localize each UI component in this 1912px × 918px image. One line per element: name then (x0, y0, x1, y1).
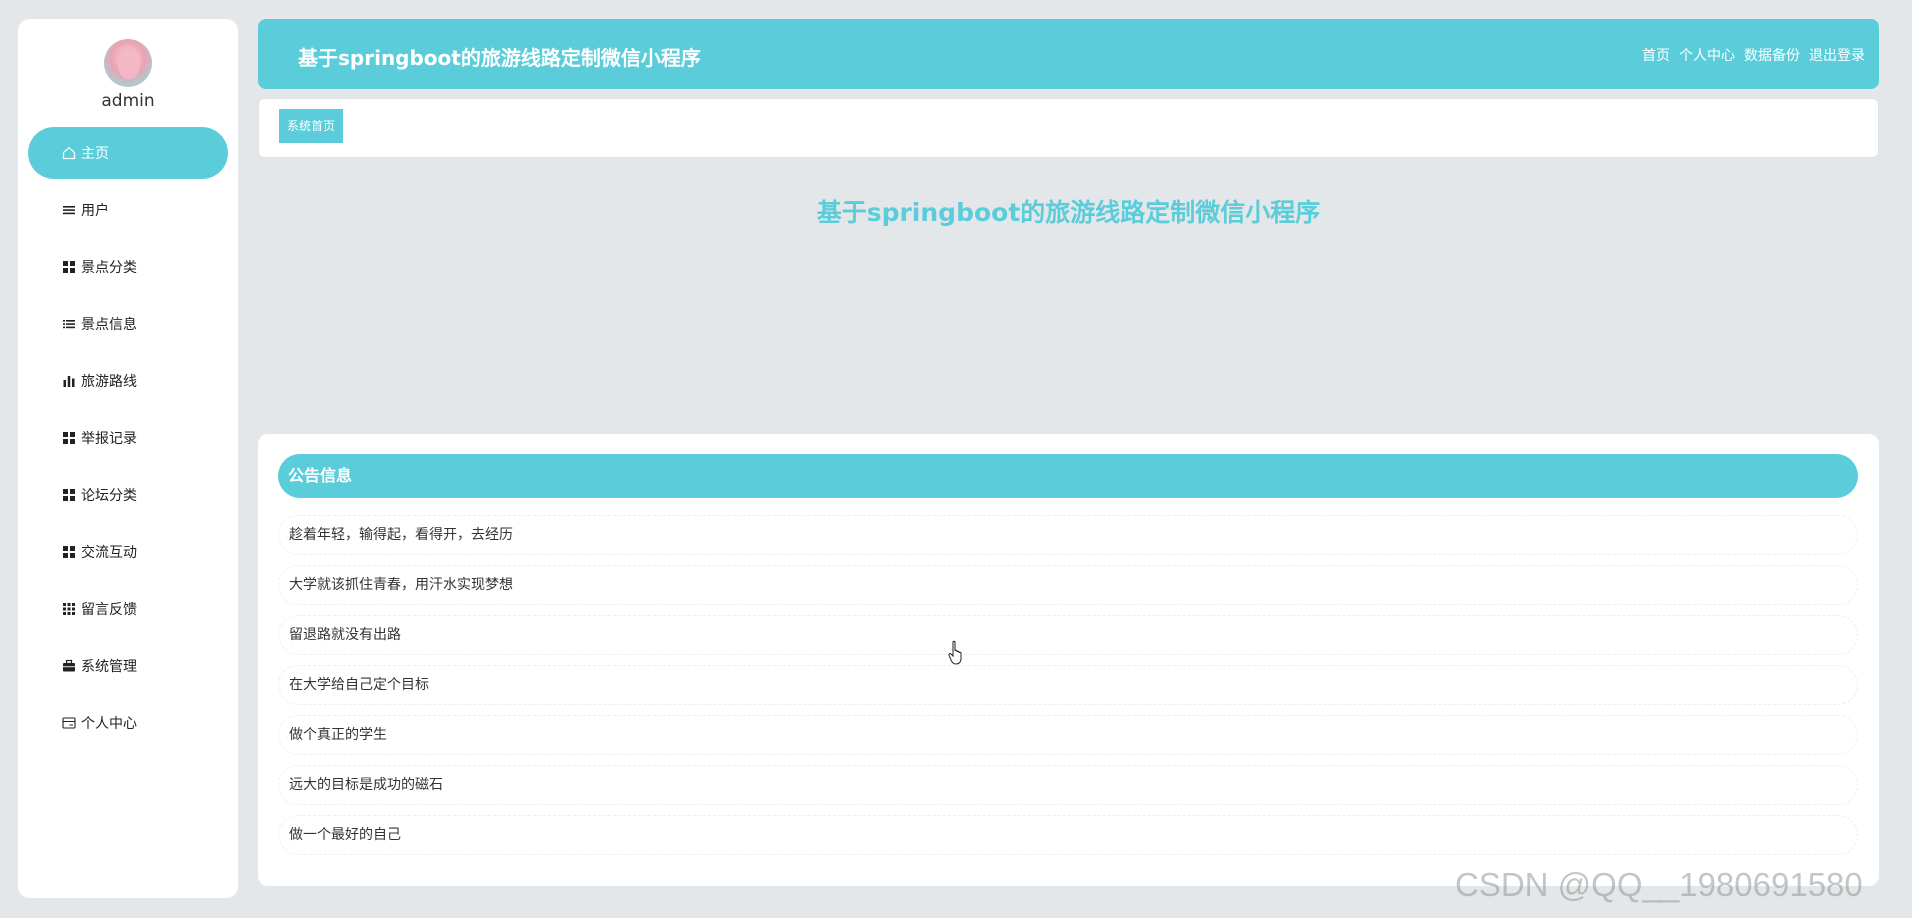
sidebar-item-users[interactable]: 用户 (28, 184, 228, 236)
avatar[interactable] (104, 39, 152, 87)
sidebar-item-label: 交流互动 (81, 545, 137, 561)
sidebar-item-interaction[interactable]: 交流互动 (28, 526, 228, 578)
app-title: 基于springboot的旅游线路定制微信小程序 (298, 46, 701, 70)
nav-profile-link[interactable]: 个人中心 (1679, 45, 1735, 65)
briefcase-icon (62, 659, 76, 673)
hand-cursor-icon (948, 640, 962, 665)
watermark: CSDN @QQ__1980691580 (1455, 866, 1863, 903)
sidebar-item-label: 个人中心 (81, 716, 137, 732)
home-icon (62, 146, 76, 160)
apps-icon (62, 602, 76, 616)
sidebar-item-attraction-info[interactable]: 景点信息 (28, 298, 228, 350)
list-item[interactable]: 在大学给自己定个目标 (278, 665, 1858, 705)
sidebar-item-label: 系统管理 (81, 659, 137, 675)
notice-panel: 公告信息 趁着年轻，输得起，看得开，去经历 大学就该抓住青春，用汗水实现梦想 留… (258, 434, 1879, 886)
sidebar-item-system[interactable]: 系统管理 (28, 640, 228, 692)
nav-home-link[interactable]: 首页 (1642, 45, 1670, 65)
sidebar-item-profile[interactable]: 个人中心 (28, 697, 228, 749)
sidebar-item-travel-routes[interactable]: 旅游路线 (28, 355, 228, 407)
tab-system-home[interactable]: 系统首页 (279, 109, 344, 143)
list-item[interactable]: 大学就该抓住青春，用汗水实现梦想 (278, 565, 1858, 605)
list-item[interactable]: 留退路就没有出路 (278, 615, 1858, 655)
sidebar-item-home[interactable]: 主页 (28, 127, 228, 179)
top-header: 基于springboot的旅游线路定制微信小程序 首页 个人中心 数据备份 退出… (258, 19, 1879, 89)
page-title: 基于springboot的旅游线路定制微信小程序 (816, 198, 1321, 227)
sidebar-item-label: 举报记录 (81, 431, 137, 447)
notice-panel-title: 公告信息 (278, 454, 1858, 498)
list-item[interactable]: 趁着年轻，输得起，看得开，去经历 (278, 515, 1858, 555)
sidebar-menu: 主页 用户 景点分类 景点信息 旅游路线 举报记录 论坛分类 交流互动 留言反馈… (28, 127, 228, 754)
card-icon (62, 716, 76, 730)
tab-bar: 系统首页 (258, 98, 1879, 158)
grid-icon (62, 545, 76, 559)
grid-icon (62, 260, 76, 274)
nav-backup-link[interactable]: 数据备份 (1744, 45, 1800, 65)
sidebar: admin 主页 用户 景点分类 景点信息 旅游路线 举报记录 论坛分类 交流互… (18, 19, 238, 898)
sidebar-item-feedback[interactable]: 留言反馈 (28, 583, 228, 635)
list-icon (62, 317, 76, 331)
notice-list: 趁着年轻，输得起，看得开，去经历 大学就该抓住青春，用汗水实现梦想 留退路就没有… (278, 515, 1858, 865)
sidebar-item-label: 旅游路线 (81, 374, 137, 390)
list-item[interactable]: 做个真正的学生 (278, 715, 1858, 755)
list-item[interactable]: 做一个最好的自己 (278, 815, 1858, 855)
bar-chart-icon (62, 374, 76, 388)
sidebar-item-attraction-category[interactable]: 景点分类 (28, 241, 228, 293)
sidebar-item-label: 景点分类 (81, 260, 137, 276)
list-icon (62, 203, 76, 217)
sidebar-item-label: 景点信息 (81, 317, 137, 333)
sidebar-item-label: 论坛分类 (81, 488, 137, 504)
sidebar-item-forum-category[interactable]: 论坛分类 (28, 469, 228, 521)
sidebar-item-label: 用户 (81, 203, 109, 219)
grid-icon (62, 431, 76, 445)
sidebar-item-label: 留言反馈 (81, 602, 137, 618)
username: admin (101, 91, 155, 111)
list-item[interactable]: 远大的目标是成功的磁石 (278, 765, 1858, 805)
sidebar-item-reports[interactable]: 举报记录 (28, 412, 228, 464)
nav-logout-link[interactable]: 退出登录 (1809, 45, 1865, 65)
sidebar-item-label: 主页 (81, 146, 109, 162)
grid-icon (62, 488, 76, 502)
header-nav: 首页 个人中心 数据备份 退出登录 (1642, 45, 1865, 65)
